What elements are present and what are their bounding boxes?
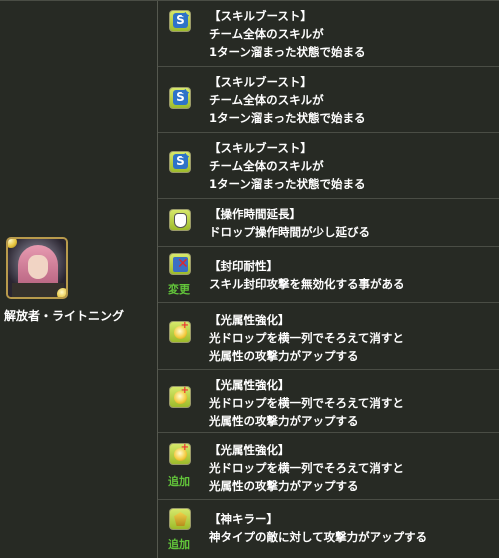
awakening-row: ✕ 変更 【封印耐性】 スキル封印攻撃を無効化する事がある xyxy=(158,247,499,303)
awakening-title: 【光属性強化】 xyxy=(209,378,290,392)
awakening-row: 【操作時間延長】 ドロップ操作時間が少し延びる xyxy=(158,199,499,247)
awakening-desc: ドロップ操作時間が少し延びる xyxy=(209,225,370,239)
awakening-desc: 神タイプの敵に対して攻撃力がアップする xyxy=(209,530,428,544)
awakening-row: + 追加 【光属性強化】 光ドロップを横一列でそろえて消すと 光属性の攻撃力がア… xyxy=(158,433,499,500)
awakening-title: 【操作時間延長】 xyxy=(209,207,301,221)
character-portrait[interactable] xyxy=(6,237,68,299)
awakening-title: 【スキルブースト】 xyxy=(209,75,312,89)
awakening-desc: 1ターン溜まった状態で始まる xyxy=(209,45,366,59)
awakening-desc: スキル封印攻撃を無効化する事がある xyxy=(209,277,405,291)
awakening-desc: 光属性の攻撃力がアップする xyxy=(209,349,359,363)
added-badge: 追加 xyxy=(168,538,190,551)
awakening-desc: 1ターン溜まった状態で始まる xyxy=(209,177,366,191)
awakening-title: 【光属性強化】 xyxy=(209,313,290,327)
awakening-title: 【光属性強化】 xyxy=(209,443,290,457)
god-killer-icon xyxy=(169,508,191,530)
light-enhance-icon: + xyxy=(169,385,191,408)
skill-boost-icon: S + xyxy=(169,9,191,32)
awakening-row: S + 【スキルブースト】 チーム全体のスキルが 1ターン溜まった状態で始まる xyxy=(158,67,499,133)
awakening-desc: チーム全体のスキルが xyxy=(209,27,324,41)
orb-icon xyxy=(57,288,66,297)
character-cell: 解放者・ライトニング xyxy=(0,1,158,558)
character-name: 解放者・ライトニング xyxy=(4,309,125,323)
awakening-desc: 光ドロップを横一列でそろえて消すと xyxy=(209,331,404,345)
light-enhance-icon: + xyxy=(169,442,191,465)
hand-icon xyxy=(169,209,191,231)
skill-boost-icon: S + xyxy=(169,86,191,109)
awakening-title: 【スキルブースト】 xyxy=(209,9,312,23)
awakening-title: 【封印耐性】 xyxy=(209,259,278,273)
light-enhance-icon: + xyxy=(169,320,191,343)
awakening-row: S + 【スキルブースト】 チーム全体のスキルが 1ターン溜まった状態で始まる xyxy=(158,1,499,67)
added-badge: 追加 xyxy=(168,475,190,488)
awakening-row: + 【光属性強化】 光ドロップを横一列でそろえて消すと 光属性の攻撃力がアップす… xyxy=(158,370,499,433)
awakening-row: + 【光属性強化】 光ドロップを横一列でそろえて消すと 光属性の攻撃力がアップす… xyxy=(158,303,499,370)
awakening-desc: 光属性の攻撃力がアップする xyxy=(209,479,359,493)
awakening-desc: 光属性の攻撃力がアップする xyxy=(209,414,359,428)
seal-resist-icon: ✕ xyxy=(169,253,191,275)
awakening-table: 解放者・ライトニング S + 【スキルブースト】 チーム全体のスキルが 1ターン溜… xyxy=(0,0,499,558)
awakening-desc: チーム全体のスキルが xyxy=(209,93,324,107)
awakening-title: 【スキルブースト】 xyxy=(209,141,312,155)
awakening-row: S + 【スキルブースト】 チーム全体のスキルが 1ターン溜まった状態で始まる xyxy=(158,133,499,199)
awakening-title: 【神キラー】 xyxy=(209,512,278,526)
awakening-row: 追加 【神キラー】 神タイプの敵に対して攻撃力がアップする xyxy=(158,500,499,558)
awakening-desc: 光ドロップを横一列でそろえて消すと xyxy=(209,396,404,410)
skill-boost-icon: S + xyxy=(169,150,191,173)
change-badge: 変更 xyxy=(168,283,190,296)
awakening-desc: チーム全体のスキルが xyxy=(209,159,324,173)
awakening-desc: 光ドロップを横一列でそろえて消すと xyxy=(209,461,404,475)
awakening-desc: 1ターン溜まった状態で始まる xyxy=(209,111,366,125)
